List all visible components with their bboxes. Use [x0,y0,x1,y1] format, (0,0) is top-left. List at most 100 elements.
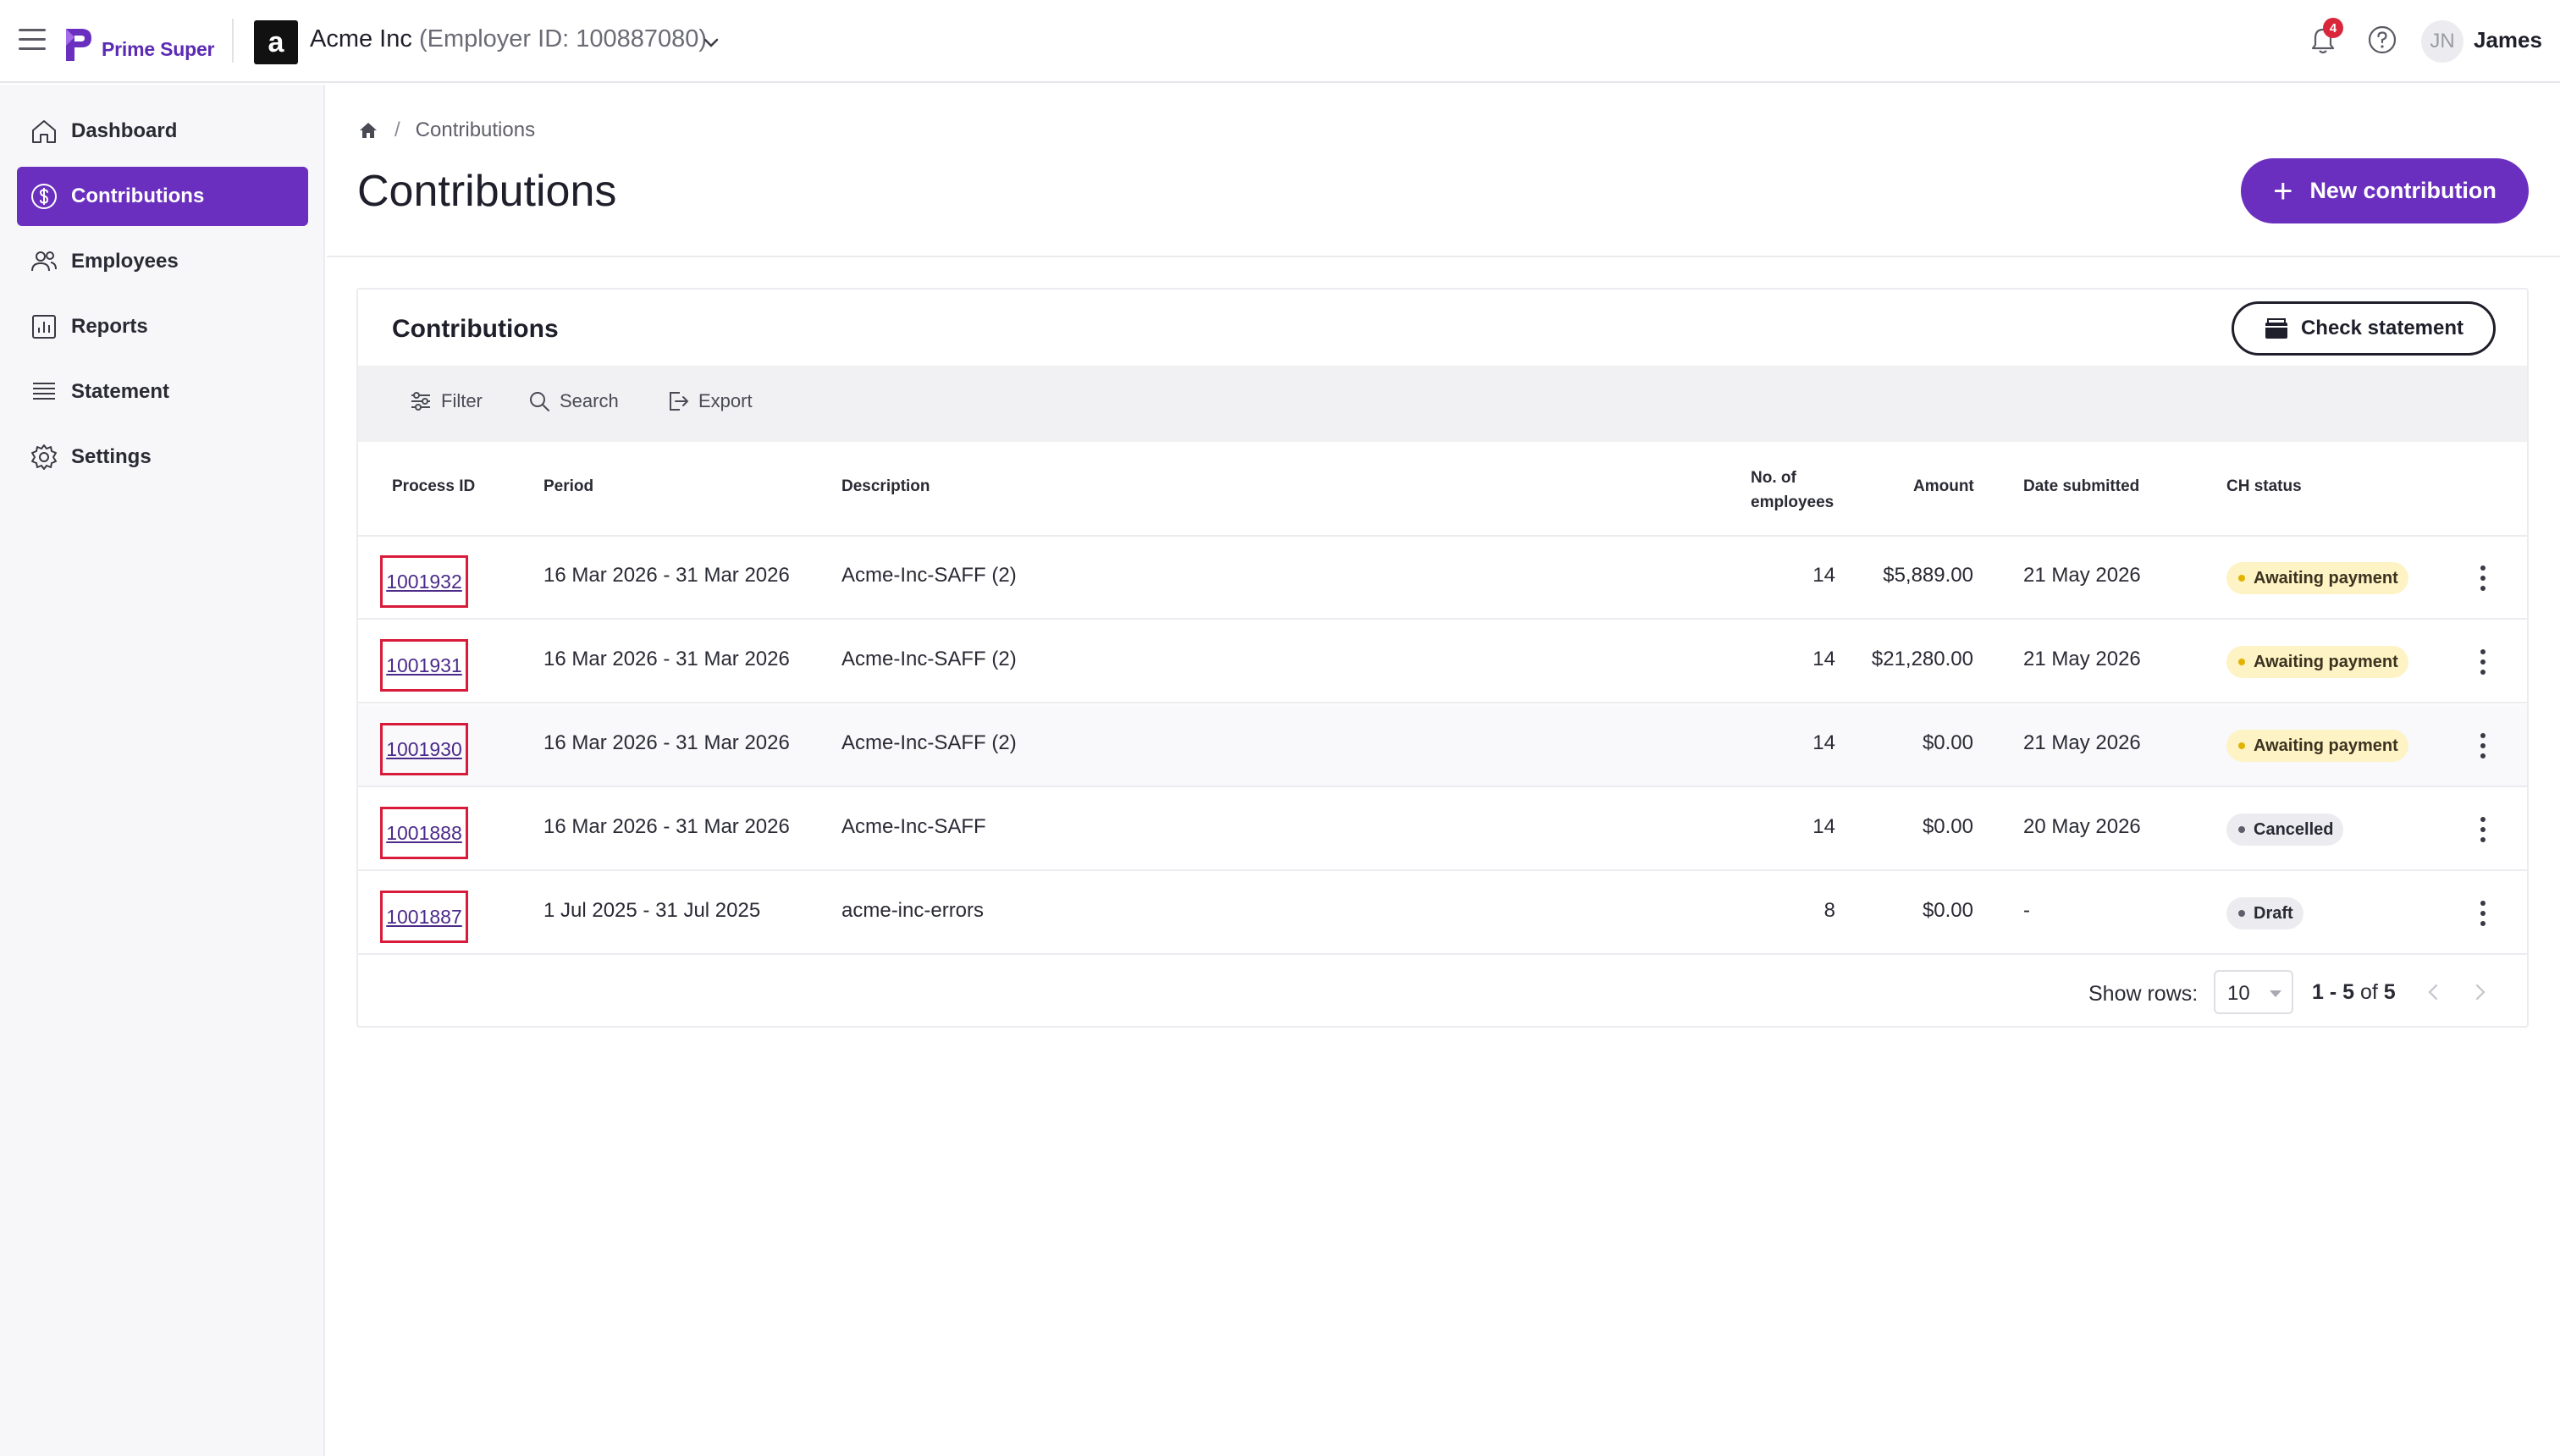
more-options-icon[interactable] [2470,730,2496,762]
amount-cell: $0.00 [1922,815,1973,838]
sidebar-item-employees[interactable]: Employees [17,232,308,291]
home-icon [32,120,56,143]
process-id-highlight: 1001931 [380,639,468,692]
help-icon[interactable] [2366,24,2398,56]
process-id-link[interactable]: 1001887 [386,906,462,929]
list-icon [33,383,55,400]
search-label: Search [560,390,619,411]
date-submitted-cell: 21 May 2026 [2023,564,2141,587]
process-id-highlight: 1001932 [380,555,468,608]
chevron-left-icon[interactable] [2420,979,2447,1006]
filter-icon [411,392,430,411]
sidebar-item-label: Employees [71,250,179,273]
amount-cell: $21,280.00 [1871,648,1973,670]
dollar-circle-icon [31,184,57,209]
top-bar: Prime Super a Acme Inc (Employer ID: 100… [0,0,2560,83]
contributions-card: Contributions Check statement Filter Sea… [356,288,2529,1028]
column-header-date-submitted[interactable]: Date submitted [2023,477,2139,496]
sidebar-item-label: Contributions [71,185,205,207]
table-row[interactable]: 1001888 16 Mar 2026 - 31 Mar 2026 Acme-I… [358,788,2527,871]
sidebar-item-label: Dashboard [71,119,178,142]
user-avatar[interactable]: JN [2421,20,2463,63]
status-label: Draft [2254,903,2293,923]
card-title: Contributions [392,315,559,343]
employees-cell: 14 [1812,731,1835,754]
rows-per-page-value: 10 [2227,982,2250,1005]
table-row[interactable]: 1001932 16 Mar 2026 - 31 Mar 2026 Acme-I… [358,537,2527,620]
home-icon[interactable] [357,119,379,141]
notification-count-badge: 4 [2323,18,2343,38]
show-rows-label: Show rows: [2088,982,2199,1006]
date-submitted-cell: 21 May 2026 [2023,731,2141,754]
prime-super-logo-icon [66,29,91,61]
search-icon [530,392,549,411]
process-id-link[interactable]: 1001888 [386,822,462,845]
wallet-icon [2265,318,2287,339]
org-switcher[interactable]: Acme Inc (Employer ID: 100887080) [310,25,707,53]
process-id-link[interactable]: 1001931 [386,654,462,677]
org-avatar: a [254,20,298,64]
column-header-period[interactable]: Period [543,477,593,496]
column-header-employees[interactable]: No. of employees [1751,466,1834,515]
sidebar-item-settings[interactable]: Settings [17,427,308,487]
check-statement-button[interactable]: Check statement [2232,301,2496,356]
table-row[interactable]: 1001887 1 Jul 2025 - 31 Jul 2025 acme-in… [358,872,2527,955]
org-name: Acme Inc [310,25,419,52]
amount-cell: $5,889.00 [1883,564,1973,587]
table-header: Process ID Period Description No. of emp… [358,442,2527,537]
check-statement-label: Check statement [2300,317,2464,339]
filter-button[interactable]: Filter [409,389,483,413]
process-id-highlight: 1001888 [380,807,468,859]
process-id-link[interactable]: 1001930 [386,738,462,761]
new-contribution-label: New contribution [2309,178,2497,203]
description-cell: Acme-Inc-SAFF (2) [841,731,1017,754]
pagination: Show rows: 10 1 - 5 of 5 [358,967,2527,1026]
search-button[interactable]: Search [527,389,619,413]
description-cell: Acme-Inc-SAFF (2) [841,564,1017,587]
employees-cell: 8 [1823,899,1835,922]
page-range-value: 1 - 5 [2312,980,2355,1004]
status-badge: Draft [2226,897,2303,929]
more-options-icon[interactable] [2470,897,2496,929]
table-row[interactable]: 1001931 16 Mar 2026 - 31 Mar 2026 Acme-I… [358,620,2527,703]
process-id-highlight: 1001887 [380,891,468,943]
column-header-process-id[interactable]: Process ID [392,477,475,496]
new-contribution-button[interactable]: + New contribution [2241,158,2529,223]
breadcrumb: / Contributions [357,119,535,142]
column-header-amount[interactable]: Amount [1913,477,1974,496]
process-id-link[interactable]: 1001932 [386,571,462,593]
column-header-ch-status[interactable]: CH status [2226,477,2302,496]
user-name[interactable]: James [2474,27,2542,53]
chevron-right-icon[interactable] [2466,979,2493,1006]
date-submitted-cell: 21 May 2026 [2023,648,2141,670]
header-divider [327,256,2560,257]
menu-icon[interactable] [19,29,46,51]
sidebar-item-label: Reports [71,315,148,338]
sidebar-item-dashboard[interactable]: Dashboard [17,102,308,161]
sidebar-item-label: Statement [71,380,170,403]
more-options-icon[interactable] [2470,562,2496,594]
brand-logo[interactable]: Prime Super [63,17,214,64]
column-header-description[interactable]: Description [841,477,930,496]
table-row[interactable]: 1001930 16 Mar 2026 - 31 Mar 2026 Acme-I… [358,704,2527,787]
chevron-down-icon[interactable] [699,30,723,54]
column-header-employees-line1: No. of [1751,469,1796,487]
more-options-icon[interactable] [2470,646,2496,678]
plus-icon: + [2273,172,2293,210]
sidebar-item-statement[interactable]: Statement [17,362,308,422]
description-cell: Acme-Inc-SAFF [841,815,986,838]
period-cell: 16 Mar 2026 - 31 Mar 2026 [543,564,790,587]
export-button[interactable]: Export [666,389,753,413]
more-options-icon[interactable] [2470,813,2496,846]
sidebar-item-reports[interactable]: Reports [17,297,308,356]
status-badge: Awaiting payment [2226,562,2408,594]
rows-per-page-select[interactable]: 10 [2214,970,2293,1014]
date-submitted-cell: 20 May 2026 [2023,815,2141,838]
amount-cell: $0.00 [1922,899,1973,922]
description-cell: acme-inc-errors [841,899,985,922]
page-range: 1 - 5 of 5 [2312,980,2396,1005]
export-icon [670,392,689,411]
employees-cell: 14 [1812,815,1835,838]
sidebar-item-contributions[interactable]: Contributions [17,167,308,226]
process-id-highlight: 1001930 [380,723,468,775]
